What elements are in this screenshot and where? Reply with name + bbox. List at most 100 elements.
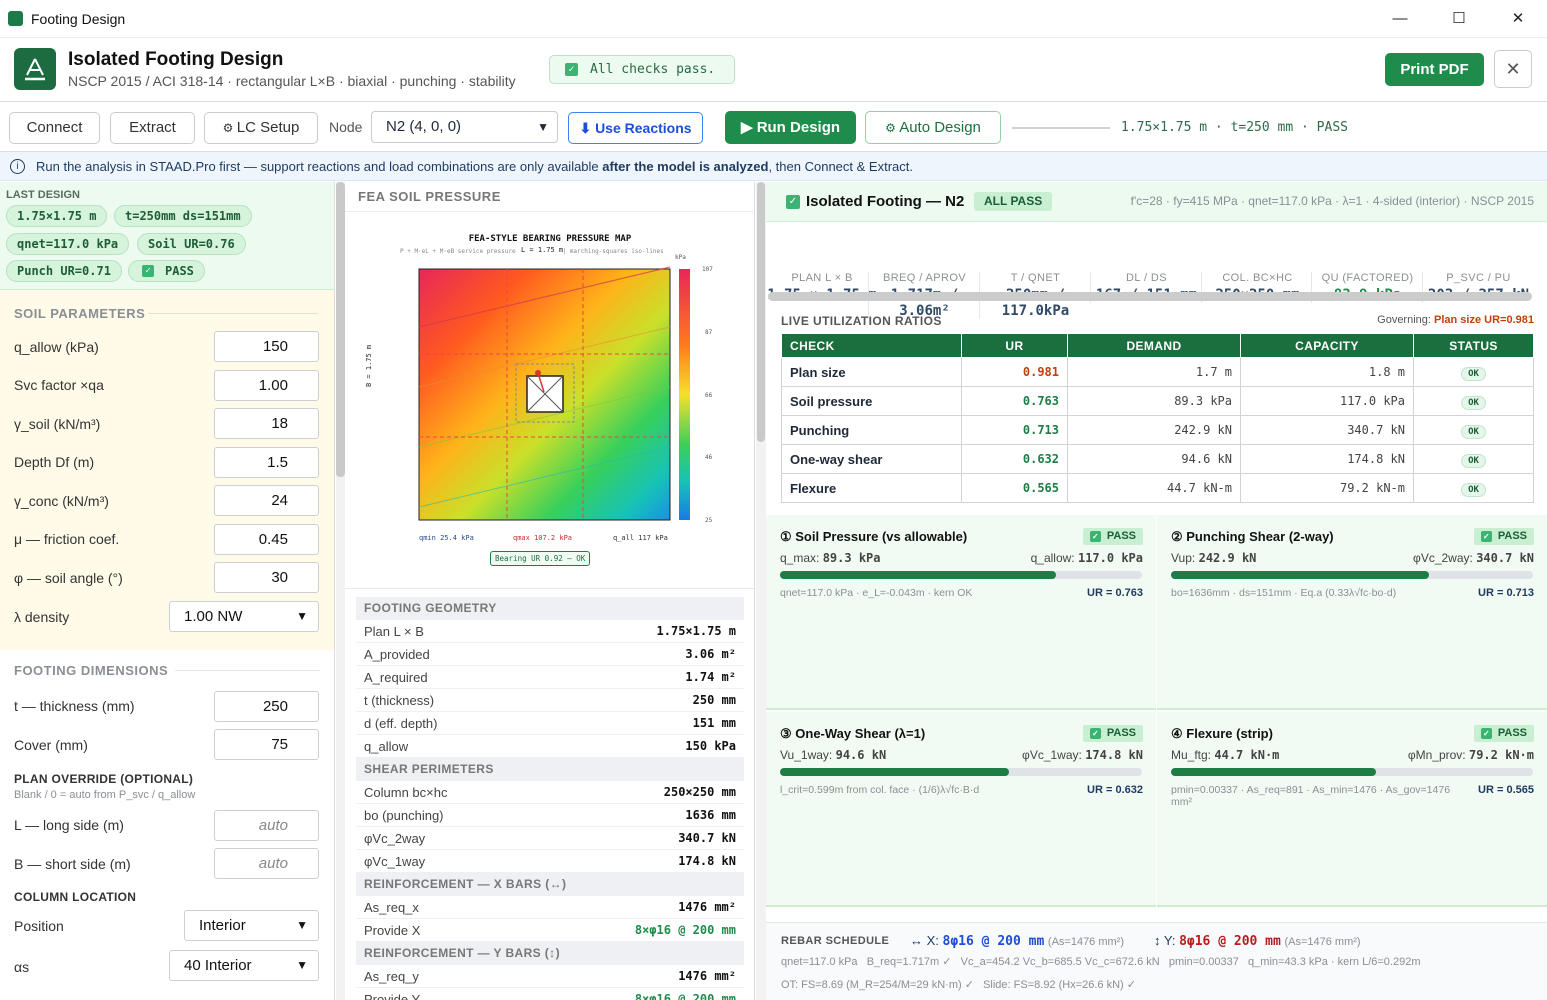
demand-label: Mu_ftg: xyxy=(1171,748,1212,762)
geometry-key: φVc_1way xyxy=(364,854,426,869)
page-subtitle: NSCP 2015 / ACI 318-14 · rectangular L×B… xyxy=(68,73,516,89)
card-footnote: qnet=117.0 kPa · e_L=-0.043m · kern OK xyxy=(780,587,973,599)
demand-value: 1.7 m xyxy=(1067,357,1241,387)
geometry-value: 1476 mm² xyxy=(678,969,736,983)
window-close-button[interactable]: ✕ xyxy=(1503,8,1533,30)
position-select[interactable]: Interior ▼ xyxy=(184,910,319,941)
capacity-value: 174.8 kN xyxy=(1240,444,1414,474)
left-scrollbar[interactable] xyxy=(336,182,345,1000)
cover-label: Cover (mm) xyxy=(14,737,88,753)
geometry-row: Plan L × B 1.75×1.75 m xyxy=(356,620,744,643)
print-pdf-button[interactable]: Print PDF xyxy=(1385,53,1484,86)
geometry-row: φVc_1way 174.8 kN xyxy=(356,850,744,873)
svc-factor-input[interactable]: 1.00 xyxy=(214,370,319,401)
geometry-key: As_req_y xyxy=(364,969,419,984)
lc-setup-button[interactable]: ⚙ LC Setup xyxy=(204,112,318,144)
horizontal-scrollbar[interactable] xyxy=(768,292,1532,301)
gamma-soil-input[interactable]: 18 xyxy=(214,408,319,439)
geometry-value: 250 mm xyxy=(692,693,736,707)
geometry-row: A_provided 3.06 m² xyxy=(356,643,744,666)
alpha-s-label: αs xyxy=(14,959,30,975)
pass-badge: ✓ PASS xyxy=(1473,528,1534,545)
check-name: Plan size xyxy=(781,357,962,387)
soil-angle-input[interactable]: 30 xyxy=(214,562,319,593)
chip-thickness: t=250mm ds=151mm xyxy=(114,205,252,227)
connect-button[interactable]: Connect xyxy=(9,112,100,144)
card-ur: UR = 0.565 xyxy=(1478,784,1534,796)
rebar-x-value: 8φ16 @ 200 mm xyxy=(942,934,1045,949)
gamma-conc-input[interactable]: 24 xyxy=(214,485,319,516)
ur-table-row: One-way shear 0.632 94.6 kN 174.8 kN OK xyxy=(781,444,1534,474)
ur-table-row: Plan size 0.981 1.7 m 1.8 m OK xyxy=(781,357,1534,387)
geometry-row: Provide X 8×φ16 @ 200 mm xyxy=(356,919,744,942)
extract-button[interactable]: Extract xyxy=(110,112,195,144)
auto-design-button[interactable]: ⚙ Auto Design xyxy=(865,111,1001,144)
alpha-s-select[interactable]: 40 Interior ▼ xyxy=(169,950,319,981)
capacity-label: φVc_1way: xyxy=(1022,748,1082,762)
chip-pass-text: PASS xyxy=(165,264,194,278)
run-design-button[interactable]: ▶ Run Design xyxy=(725,111,856,144)
toolbar: Connect Extract ⚙ LC Setup Node N2 (4, 0… xyxy=(0,102,1547,152)
geometry-key: t (thickness) xyxy=(364,693,435,708)
short-side-input[interactable]: auto xyxy=(214,848,319,879)
scrollbar-thumb[interactable] xyxy=(336,182,345,477)
long-side-input[interactable]: auto xyxy=(214,810,319,841)
demand-value: 44.7 kN·m xyxy=(1214,748,1280,762)
geometry-row: φVc_2way 340.7 kN xyxy=(356,827,744,850)
governing-label: Governing: xyxy=(1377,314,1431,326)
summary-label: P_SVC / PU xyxy=(1446,272,1511,284)
cover-input[interactable]: 75 xyxy=(214,729,319,760)
geometry-value: 250×250 mm xyxy=(663,785,736,799)
status-cell: OK xyxy=(1413,473,1534,503)
maximize-button[interactable]: ☐ xyxy=(1444,8,1474,30)
run-design-label: Run Design xyxy=(756,119,841,136)
capacity-value: 174.8 kN xyxy=(1085,748,1143,762)
use-reactions-button[interactable]: ⬇ Use Reactions xyxy=(568,112,703,144)
gamma-soil-label: γ_soil (kN/m³) xyxy=(14,416,101,432)
card-title: ④ Flexure (strip) xyxy=(1171,726,1273,741)
chevron-down-icon: ▼ xyxy=(296,918,308,932)
minimize-button[interactable]: — xyxy=(1385,8,1415,30)
rebar-schedule: REBAR SCHEDULE ↔ X: 8φ16 @ 200 mm (As=14… xyxy=(766,922,1547,1000)
auto-design-label: Auto Design xyxy=(899,119,981,136)
pass-text: PASS xyxy=(1106,530,1136,542)
design-meta: f'c=28 · fy=415 MPa · qnet=117.0 kPa · λ… xyxy=(1130,194,1534,208)
rebar-x-note: (As=1476 mm²) xyxy=(1047,936,1125,948)
utilization-fill xyxy=(780,768,1009,776)
close-panel-button[interactable]: ✕ xyxy=(1494,50,1532,88)
svc-factor-label: Svc factor ×qa xyxy=(14,377,104,393)
middle-scrollbar[interactable] xyxy=(756,182,766,1000)
density-select[interactable]: 1.00 NW ▼ xyxy=(169,601,319,632)
geometry-row: d (eff. depth) 151 mm xyxy=(356,712,744,735)
utilization-bar xyxy=(780,768,1142,776)
page-title: Isolated Footing Design xyxy=(68,49,284,70)
geometry-key: Provide X xyxy=(364,923,421,938)
capacity-value: 340.7 kN xyxy=(1476,551,1534,565)
friction-input[interactable]: 0.45 xyxy=(214,524,319,555)
card-demand: Vu_1way: 94.6 kN xyxy=(780,748,886,762)
scale-tick: 87 xyxy=(705,329,713,336)
density-label: λ density xyxy=(14,609,70,625)
q-allow-input[interactable]: 150 xyxy=(214,331,319,362)
ur-table: CHECK UR DEMAND CAPACITY STATUS Plan siz… xyxy=(781,333,1534,503)
long-side-label: L — long side (m) xyxy=(14,817,124,833)
info-text: Run the analysis in STAAD.Pro first — su… xyxy=(36,159,603,174)
status-badge: OK xyxy=(1461,424,1486,439)
status-cell: OK xyxy=(1413,415,1534,445)
capacity-label: q_allow: xyxy=(1030,551,1075,565)
depth-input[interactable]: 1.5 xyxy=(214,447,319,478)
chip-soil-ur: Soil UR=0.76 xyxy=(137,233,246,255)
footing-logo-icon xyxy=(14,48,56,90)
last-design-box: LAST DESIGN 1.75×1.75 m t=250mm ds=151mm… xyxy=(0,182,334,290)
geometry-value: 340.7 kN xyxy=(678,831,736,845)
download-arrow-icon: ⬇ xyxy=(579,120,592,136)
governing-text: Governing: Plan size UR=0.981 xyxy=(1377,314,1534,326)
scrollbar-thumb[interactable] xyxy=(757,182,765,442)
checkbox-checked-icon: ✓ xyxy=(142,265,154,277)
node-select[interactable]: N2 (4, 0, 0) ▼ xyxy=(371,111,558,143)
thickness-input[interactable]: 250 xyxy=(214,691,319,722)
status-badge: OK xyxy=(1461,366,1486,381)
pressure-map-figure: FEA-STYLE BEARING PRESSURE MAP P + M·eL … xyxy=(345,212,754,587)
summary-label: T / QNET xyxy=(1010,272,1061,284)
ur-table-row: Soil pressure 0.763 89.3 kPa 117.0 kPa OK xyxy=(781,386,1534,416)
